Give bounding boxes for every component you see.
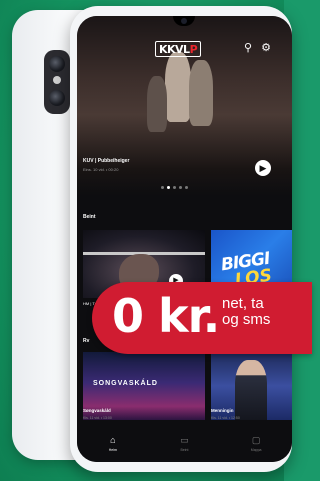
nav-label: Beint: [180, 448, 189, 452]
hero-title: KUV | Pubbeiheiger: [83, 158, 130, 164]
hero-figure: [147, 76, 167, 132]
price-badge: 0 kr. net, ta og sms: [92, 282, 312, 354]
search-icon[interactable]: ⚲: [241, 41, 255, 55]
hero-play-button[interactable]: ▶: [255, 160, 271, 176]
hero-subtitle: Eins. 10 vid. • 00:20: [83, 167, 119, 172]
nav-label: Mappa: [250, 448, 262, 452]
camera-lens-icon: [49, 56, 65, 72]
flash-icon: [53, 76, 61, 84]
carousel-dot-active[interactable]: [167, 186, 170, 189]
price-line-2: og sms: [222, 311, 271, 328]
price-line-1: net, ta: [222, 295, 264, 312]
tile-subtitle: Kis. 11 vid. • 12:50: [211, 416, 240, 420]
tile-subtitle: Kis. 11 vid. • 13:00: [83, 416, 112, 420]
tile-banner-text: SONGVASKÁLD: [93, 380, 158, 387]
section-label-shows: Rv: [83, 338, 90, 344]
tile-title: Menningin: [211, 408, 234, 413]
presenter-figure: [235, 360, 267, 420]
carousel-dot[interactable]: [161, 186, 164, 189]
phone-screen: KUV | Pubbeiheiger Eins. 10 vid. • 00:20…: [77, 16, 292, 462]
app-logo[interactable]: KKVLP: [155, 41, 202, 57]
bottom-nav: ⌂ Heim ▭ Beint ▢ Mappa: [77, 432, 292, 462]
carousel-dot[interactable]: [185, 186, 188, 189]
nav-home[interactable]: ⌂ Heim: [88, 435, 138, 452]
carousel-dots[interactable]: [161, 186, 188, 189]
price-description: net, ta og sms: [222, 296, 270, 328]
camera-lens-icon: [49, 90, 65, 106]
gear-icon[interactable]: ⚙: [259, 41, 273, 55]
nav-live[interactable]: ▭ Beint: [159, 435, 209, 452]
section-label-live: Beint: [83, 214, 96, 220]
home-icon: ⌂: [110, 435, 116, 445]
carousel-dot[interactable]: [173, 186, 176, 189]
camera-module: [44, 50, 70, 114]
tv-icon: ▭: [180, 435, 189, 445]
carousel-dot[interactable]: [179, 186, 182, 189]
tile-title: Søngvaskáld: [83, 408, 111, 413]
nav-folder[interactable]: ▢ Mappa: [231, 435, 281, 452]
nav-label: Heim: [108, 448, 117, 452]
folder-icon: ▢: [251, 435, 261, 445]
price-value: 0 kr.: [112, 289, 220, 343]
